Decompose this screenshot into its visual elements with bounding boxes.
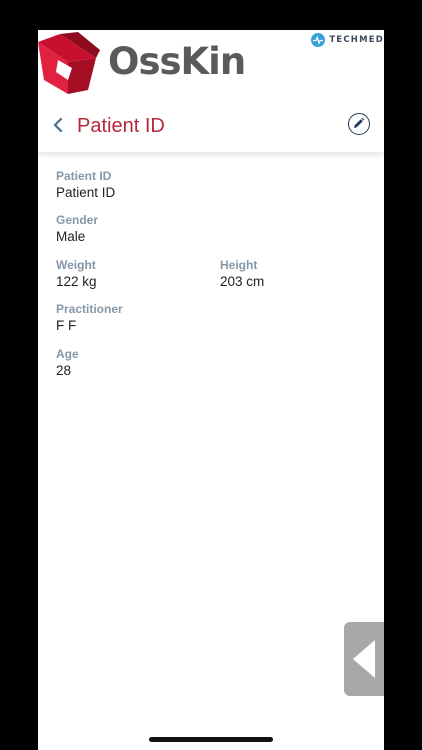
triangle-left-icon [353,640,375,678]
edit-button[interactable] [348,113,370,135]
practitioner-value: F F [56,318,77,333]
home-indicator[interactable] [149,737,273,742]
chevron-left-icon [53,117,63,133]
age-field: Age 28 [56,347,79,379]
height-value: 203 cm [220,274,265,289]
brand-name: OssKin [108,40,246,83]
practitioner-field: Practitioner F F [56,302,123,334]
weight-value: 122 kg [56,274,97,289]
practitioner-label: Practitioner [56,302,123,316]
techmed-pulse-icon [311,33,326,47]
gender-field: Gender Male [56,213,98,245]
techmed-badge: TECHMED [311,33,384,47]
page-header: Patient ID [38,102,384,153]
weight-label: Weight [56,258,96,272]
pencil-icon [354,117,365,128]
osskin-logo-icon [38,32,100,94]
patient-id-value: Patient ID [56,185,116,200]
patient-id-field: Patient ID Patient ID [56,169,115,201]
page-title: Patient ID [77,115,165,137]
gender-value: Male [56,229,86,244]
age-value: 28 [56,363,72,378]
gender-label: Gender [56,213,99,227]
brand-bar: OssKin TECHMED [38,30,384,98]
side-drawer-handle[interactable] [344,622,384,696]
weight-field: Weight 122 kg [56,258,97,290]
patient-id-label: Patient ID [56,169,112,183]
techmed-label: TECHMED [329,35,384,45]
height-label: Height [220,258,258,272]
app-screen: OssKin TECHMED Patient ID Patient ID Pat… [38,30,384,750]
back-button[interactable] [48,113,68,137]
height-field: Height 203 cm [220,258,264,290]
age-label: Age [56,347,79,361]
